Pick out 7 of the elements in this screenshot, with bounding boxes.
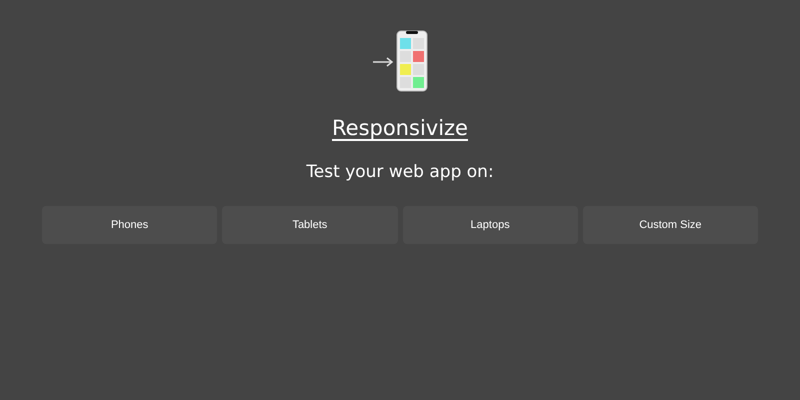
- device-button[interactable]: Laptops: [402, 206, 578, 244]
- title-link[interactable]: Responsivize: [332, 116, 468, 140]
- phone-logo-icon: [371, 30, 429, 92]
- device-button[interactable]: Phones: [42, 206, 218, 244]
- device-button[interactable]: Tablets: [222, 206, 398, 244]
- subtitle: Test your web app on:: [306, 162, 494, 182]
- device-button[interactable]: Custom Size: [582, 206, 758, 244]
